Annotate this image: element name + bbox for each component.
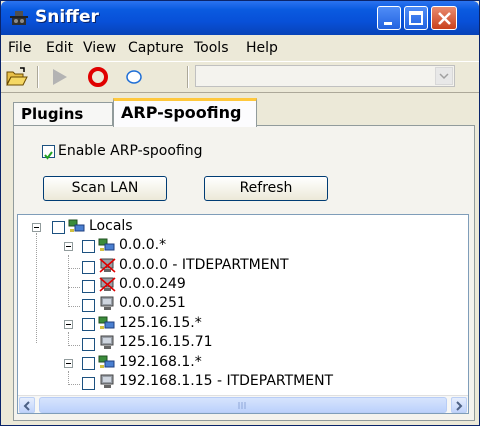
arrow-right-icon — [456, 401, 463, 411]
network-icon — [68, 219, 85, 232]
collapse-group-toggle[interactable] — [64, 242, 73, 251]
toolbar-separator — [187, 66, 189, 88]
toolbar — [1, 61, 479, 93]
host-blocked-icon — [99, 277, 116, 292]
tree-connector — [36, 233, 37, 343]
tree-connector — [68, 268, 80, 269]
menu-help[interactable]: Help — [246, 40, 278, 56]
arrow-left-icon — [23, 401, 30, 411]
scroll-left-button[interactable] — [19, 397, 35, 413]
play-icon[interactable] — [48, 66, 72, 88]
pause-icon[interactable] — [122, 66, 146, 88]
network-icon — [98, 238, 115, 251]
tree-checkbox-group[interactable] — [82, 240, 95, 253]
app-icon — [10, 11, 28, 25]
tree-connector — [68, 255, 69, 305]
tree-checkbox-locals[interactable] — [52, 221, 65, 234]
minimize-icon — [384, 22, 392, 25]
toolbar-separator — [37, 66, 39, 88]
tree-connector — [68, 345, 80, 346]
scan-lan-button[interactable]: Scan LAN — [43, 176, 167, 201]
hosts-tree: Locals 0.0.0.* 0.0.0.0 - ITDEPARTMENT 0.… — [17, 214, 469, 414]
tree-node-host[interactable]: 192.168.1.15 - ITDEPARTMENT — [119, 373, 333, 391]
close-icon — [438, 12, 451, 25]
tree-connector — [68, 287, 80, 288]
tree-node-group[interactable]: 192.168.1.* — [119, 354, 202, 372]
scroll-thumb[interactable] — [39, 397, 447, 413]
network-icon — [98, 316, 115, 329]
tree-checkbox-host[interactable] — [82, 338, 95, 351]
refresh-button[interactable]: Refresh — [204, 176, 328, 201]
host-computer-icon — [100, 335, 114, 349]
menu-capture[interactable]: Capture — [128, 40, 184, 56]
close-button[interactable] — [431, 6, 457, 30]
host-blocked-icon — [99, 258, 116, 273]
tree-node-host[interactable]: 0.0.0.249 — [119, 276, 186, 294]
check-mark-icon — [44, 151, 53, 160]
menu-view[interactable]: View — [83, 40, 116, 56]
tree-checkbox-group[interactable] — [82, 357, 95, 370]
tree-node-host[interactable]: 0.0.0.251 — [119, 295, 186, 313]
horizontal-scrollbar[interactable] — [18, 395, 468, 413]
collapse-root-toggle[interactable] — [32, 223, 41, 232]
enable-arp-label: Enable ARP-spoofing — [58, 143, 203, 159]
sniffer-window: Sniffer File Edit View Capture Tools Hel… — [0, 0, 480, 426]
enable-arp-checkbox[interactable] — [42, 145, 55, 160]
tree-connector — [68, 384, 80, 385]
tree-checkbox-host[interactable] — [82, 261, 95, 274]
title-bar[interactable]: Sniffer — [1, 1, 479, 35]
tree-checkbox-host[interactable] — [82, 377, 95, 390]
tree-connector — [68, 306, 80, 307]
menu-bar: File Edit View Capture Tools Help — [1, 37, 479, 59]
grip-icon — [238, 402, 246, 409]
scroll-right-button[interactable] — [451, 397, 467, 413]
tree-checkbox-group[interactable] — [82, 318, 95, 331]
arp-spoofing-panel: Enable ARP-spoofing Scan LAN Refresh Loc… — [13, 125, 475, 421]
minimize-button[interactable] — [377, 6, 401, 30]
collapse-group-toggle[interactable] — [64, 320, 73, 329]
network-icon — [98, 355, 115, 368]
tree-node-group[interactable]: 0.0.0.* — [119, 237, 166, 255]
host-computer-icon — [100, 374, 114, 388]
tree-checkbox-host[interactable] — [82, 299, 95, 312]
collapse-group-toggle[interactable] — [64, 359, 73, 368]
tab-arp-spoofing[interactable]: ARP-spoofing — [113, 98, 257, 127]
stop-icon[interactable] — [86, 66, 110, 88]
tree-checkbox-host[interactable] — [82, 280, 95, 293]
maximize-icon — [409, 11, 423, 25]
menu-tools[interactable]: Tools — [194, 40, 229, 56]
menu-edit[interactable]: Edit — [46, 40, 73, 56]
tab-plugins[interactable]: Plugins — [13, 102, 113, 126]
menu-file[interactable]: File — [8, 40, 31, 56]
tree-node-host[interactable]: 0.0.0.0 - ITDEPARTMENT — [119, 257, 289, 275]
tree-node-host[interactable]: 125.16.15.71 — [119, 334, 213, 352]
tree-connector — [68, 332, 69, 346]
open-folder-icon[interactable] — [5, 66, 29, 88]
interface-combo[interactable] — [195, 65, 455, 87]
host-computer-icon — [100, 296, 114, 310]
tree-node-locals[interactable]: Locals — [89, 218, 133, 236]
chevron-down-icon — [439, 73, 449, 80]
tree-connector — [68, 371, 69, 385]
combo-dropdown-button[interactable] — [435, 67, 453, 85]
tree-node-group[interactable]: 125.16.15.* — [119, 315, 202, 333]
window-title: Sniffer — [35, 7, 99, 27]
maximize-button[interactable] — [404, 6, 428, 30]
